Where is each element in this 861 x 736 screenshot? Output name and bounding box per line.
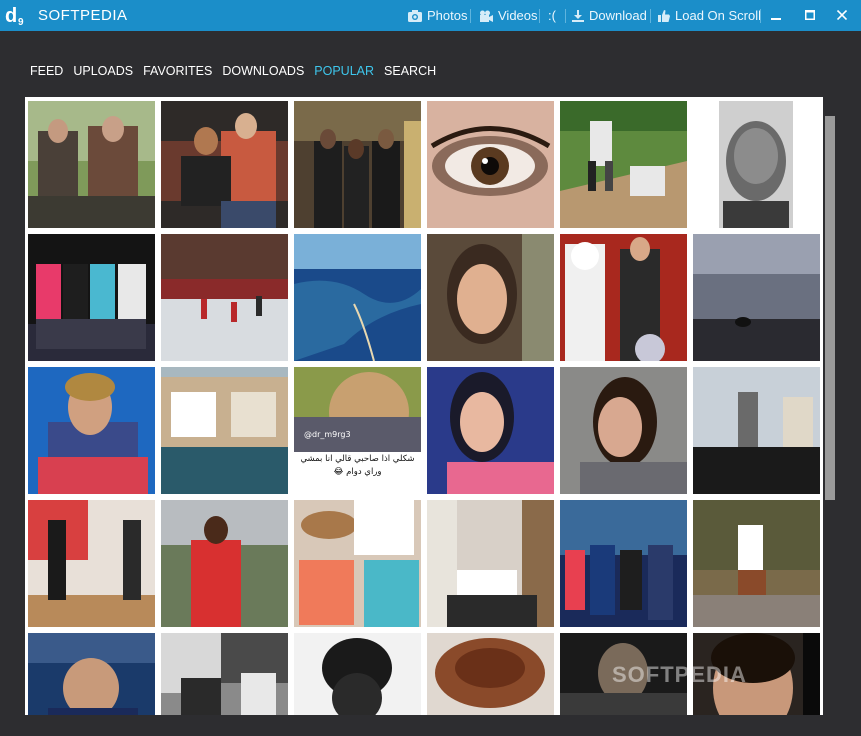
photo-tile[interactable] [28,234,155,361]
photos-button[interactable]: Photos [408,8,467,23]
photo-handle: @dr_m9rg3 [304,430,351,439]
svg-text:9: 9 [18,17,24,27]
close-icon [837,10,847,20]
photo-tile[interactable] [427,633,554,715]
photo-tile[interactable] [427,234,554,361]
download-button[interactable]: Download [572,8,647,23]
photo-tile[interactable] [161,101,288,228]
photo-tile[interactable] [560,500,687,627]
sad-face-label: :( [548,8,556,23]
photo-caption: شكلي اذا صاحبي قالي انا بمشي وراي دوام 😂 [300,454,415,477]
photo-tile[interactable] [294,500,421,627]
videos-label: Videos [498,8,538,23]
load-on-scroll-label: Load On Scroll [675,8,761,23]
maximize-button[interactable] [798,5,822,25]
photo-tile[interactable] [427,500,554,627]
scroll-thumb[interactable] [825,116,835,500]
photo-tile[interactable] [28,367,155,494]
download-icon [572,9,584,22]
photos-label: Photos [427,8,468,23]
load-on-scroll-button[interactable]: Load On Scroll [658,8,761,23]
photo-tile[interactable]: @dr_m9rg3 شكلي اذا صاحبي قالي انا بمشي و… [294,367,421,494]
photo-tile[interactable] [294,101,421,228]
close-button[interactable] [830,5,854,25]
photo-tile[interactable] [693,367,820,494]
nav-favorites[interactable]: FAVORITES [143,64,212,80]
toolbar-divider [650,9,651,23]
photo-tile[interactable] [560,101,687,228]
photo-tile[interactable] [28,633,155,715]
nav-feed[interactable]: FEED [30,64,63,80]
minimize-icon [771,18,781,20]
photo-tile[interactable] [427,367,554,494]
svg-text:d: d [5,5,17,27]
maximize-icon [805,10,815,20]
softpedia-logo-icon: d 9 [5,5,24,27]
app-title: SOFTPEDIA [38,7,128,24]
nav-popular[interactable]: POPULAR [314,64,374,80]
download-label: Download [589,8,647,23]
photo-tile[interactable] [294,633,421,715]
minimize-button[interactable] [764,5,788,25]
nav-uploads[interactable]: UPLOADS [73,64,133,80]
nav-search[interactable]: SEARCH [384,64,436,80]
camera-icon [408,9,422,22]
photo-tile[interactable] [693,234,820,361]
photo-tile[interactable] [161,234,288,361]
toolbar-divider [565,9,566,23]
main-nav: FEED UPLOADS FAVORITES DOWNLOADS POPULAR… [30,64,446,80]
photo-tile[interactable] [427,101,554,228]
toolbar-divider [470,9,471,23]
toolbar-divider [760,9,761,23]
photo-tile[interactable] [693,101,820,228]
vertical-scrollbar[interactable] [823,97,837,715]
nav-downloads[interactable]: DOWNLOADS [222,64,304,80]
photo-tile[interactable] [560,234,687,361]
photo-grid: @dr_m9rg3 شكلي اذا صاحبي قالي انا بمشي و… [25,97,823,715]
photo-tile[interactable] [161,367,288,494]
photo-tile[interactable] [161,500,288,627]
photo-tile[interactable] [560,367,687,494]
photo-tile[interactable] [161,633,288,715]
title-bar: d 9 SOFTPEDIA Photos Videos :( Download … [0,0,861,31]
photo-tile[interactable] [294,234,421,361]
thumbs-up-icon [658,9,670,22]
sad-face-button[interactable]: :( [548,8,556,23]
videos-button[interactable]: Videos [479,8,538,23]
video-camera-icon [480,10,493,22]
softpedia-watermark: SOFTPEDIA [612,662,747,687]
photo-tile[interactable] [28,500,155,627]
toolbar-divider [539,9,540,23]
photo-tile[interactable] [693,500,820,627]
photo-tile[interactable] [28,101,155,228]
